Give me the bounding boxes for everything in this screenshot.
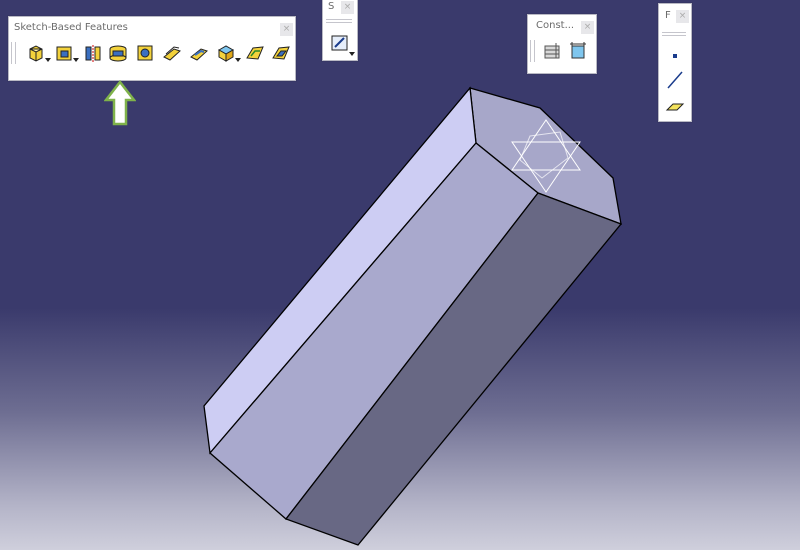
hexagonal-prism-part[interactable] (203, 86, 623, 546)
toolbar-title[interactable]: Sketch-Based Features (9, 17, 295, 39)
close-icon[interactable]: × (341, 1, 354, 14)
multi-sections-solid-icon[interactable] (245, 43, 265, 63)
sketcher-toolbar: S × (322, 0, 358, 61)
chevron-down-icon[interactable] (73, 58, 79, 62)
point-icon[interactable] (665, 46, 685, 66)
constraint-icon[interactable] (568, 41, 588, 61)
hole-icon[interactable] (135, 43, 155, 63)
toolbar-grip[interactable] (326, 19, 352, 23)
chevron-down-icon[interactable] (235, 58, 241, 62)
sketcher-icon[interactable] (330, 33, 350, 53)
constraint-toolbar: Const... × (527, 14, 597, 74)
chevron-down-icon[interactable] (45, 58, 51, 62)
solid-combine-icon[interactable] (216, 43, 236, 63)
pocket-icon[interactable] (54, 43, 74, 63)
toolbar-grip[interactable] (11, 42, 16, 64)
plane-icon[interactable] (665, 96, 685, 116)
reference-elements-toolbar: F × (658, 3, 692, 122)
sketch-based-features-toolbar: Sketch-Based Features × (8, 16, 296, 81)
highlight-arrow-icon (104, 80, 136, 126)
toolbar-grip[interactable] (530, 40, 535, 62)
constraint-defined-in-dialog-icon[interactable] (542, 41, 562, 61)
rib-icon[interactable] (162, 43, 182, 63)
removed-multi-sections-solid-icon[interactable] (271, 43, 291, 63)
close-icon[interactable]: × (280, 23, 293, 36)
pad-icon[interactable] (26, 43, 46, 63)
groove-icon[interactable] (108, 43, 128, 63)
slot-icon[interactable] (189, 43, 209, 63)
line-icon[interactable] (665, 70, 685, 90)
chevron-down-icon[interactable] (349, 52, 355, 56)
close-icon[interactable]: × (581, 21, 594, 34)
shaft-icon[interactable] (83, 43, 103, 63)
toolbar-grip[interactable] (662, 32, 686, 36)
close-icon[interactable]: × (676, 10, 689, 23)
